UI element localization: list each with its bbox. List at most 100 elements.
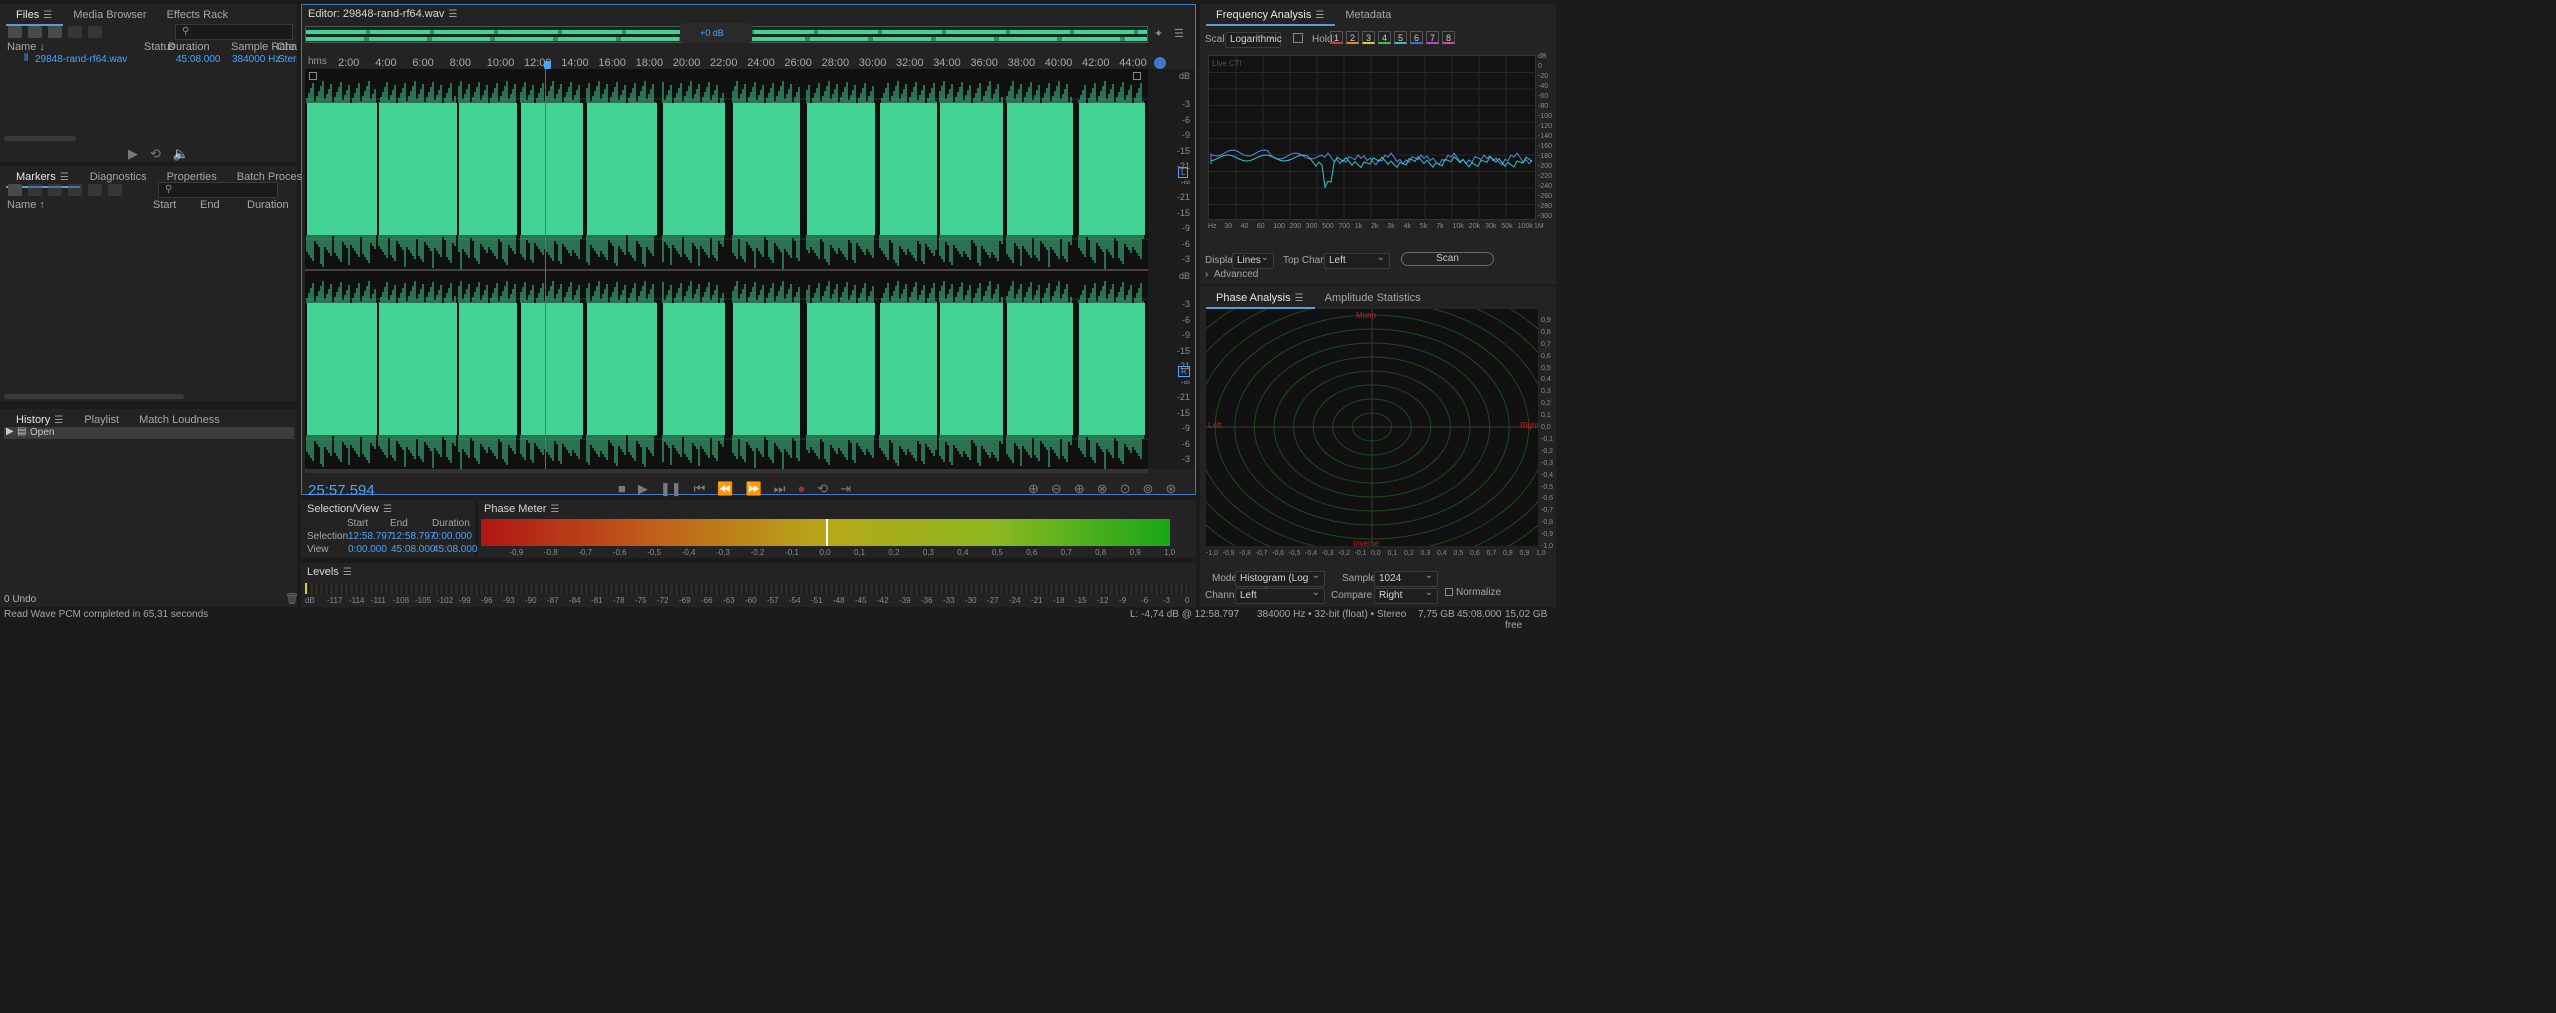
rewind-icon[interactable]: ⏪	[717, 481, 733, 497]
playhead-handle[interactable]	[544, 61, 551, 69]
tab-files[interactable]: Files ☰	[6, 4, 64, 27]
loop-icon[interactable]: ⟲	[150, 146, 161, 162]
tab-phase-analysis[interactable]: Phase Analysis ☰	[1206, 287, 1315, 309]
zoom-in-time-icon[interactable]: ⊕	[1074, 481, 1085, 497]
col-name[interactable]: Name ↓	[7, 40, 45, 54]
overview-waveform[interactable]: +0 dB	[305, 23, 1148, 43]
hud-gain-control[interactable]: +0 dB	[680, 23, 752, 43]
zoom-out-amplitude-icon[interactable]: ⊖	[1051, 481, 1062, 497]
top-channel-dropdown[interactable]: Left	[1324, 251, 1390, 269]
play-icon[interactable]: ▶	[638, 481, 648, 497]
menu-icon[interactable]: ☰	[1295, 288, 1305, 310]
insert-icon[interactable]	[68, 26, 82, 38]
tab-metadata[interactable]: Metadata	[1335, 4, 1401, 26]
zoom-out-full-icon[interactable]: ⊗	[1097, 481, 1108, 497]
hold-button-2[interactable]: 2	[1346, 31, 1359, 44]
scan-button[interactable]: Scan	[1401, 252, 1494, 266]
zoom-selection-icon[interactable]: ⊙	[1120, 481, 1131, 497]
phase-y-tick: 0,3	[1541, 388, 1551, 396]
record-icon[interactable]: ●	[797, 481, 805, 496]
channel-dropdown[interactable]: Left	[1235, 586, 1325, 604]
zoom-in-amplitude-icon[interactable]: ⊕	[1028, 481, 1039, 497]
export-icon[interactable]	[88, 184, 102, 196]
playhead-line[interactable]	[545, 69, 547, 469]
hold-button-4[interactable]: 4	[1378, 31, 1391, 44]
hold-button-5[interactable]: 5	[1394, 31, 1407, 44]
delete-icon[interactable]	[88, 26, 102, 38]
batch-icon[interactable]	[108, 184, 122, 196]
new-file-icon[interactable]	[48, 26, 62, 38]
tab-frequency-analysis[interactable]: Frequency Analysis ☰	[1206, 4, 1336, 27]
waveform-area[interactable]	[305, 69, 1148, 469]
menu-icon[interactable]: ☰	[550, 504, 560, 515]
current-time[interactable]: 25:57.594	[308, 482, 375, 499]
stop-icon[interactable]: ■	[618, 481, 626, 496]
tab-effects-rack[interactable]: Effects Rack	[157, 4, 239, 26]
col-marker-end[interactable]: End	[200, 198, 220, 212]
zoom-out-point-icon[interactable]: ⊛	[1165, 481, 1176, 497]
scale-dropdown[interactable]: Logarithmic	[1225, 30, 1282, 48]
play-icon[interactable]: ▶	[128, 146, 138, 162]
fit-icon-right[interactable]	[1133, 72, 1141, 80]
col-channels[interactable]: Chann	[277, 40, 297, 54]
selection-start[interactable]: 12:58.797	[348, 531, 393, 542]
col-duration[interactable]: Duration	[168, 40, 210, 54]
hold-button-7[interactable]: 7	[1426, 31, 1439, 44]
zoom-in-point-icon[interactable]: ⊚	[1143, 481, 1154, 497]
menu-icon[interactable]: ☰	[1315, 5, 1325, 27]
fast-forward-icon[interactable]: ⏩	[746, 481, 762, 497]
file-row[interactable]: ⫴ 29848-rand-rf64.wav 45:08.000 384000 H…	[0, 53, 297, 67]
menu-icon[interactable]: ☰	[383, 504, 393, 515]
menu-icon[interactable]: ☰	[448, 9, 458, 20]
tab-media-browser[interactable]: Media Browser	[63, 4, 156, 26]
markers-hscrollbar[interactable]	[4, 394, 184, 399]
samples-dropdown[interactable]: 1024	[1374, 569, 1438, 587]
autoplay-icon[interactable]: 🔈	[173, 146, 189, 162]
menu-icon[interactable]: ☰	[343, 567, 353, 578]
db-tick-label: -9	[1181, 130, 1190, 140]
hold-button-6[interactable]: 6	[1410, 31, 1423, 44]
compare-dropdown[interactable]: Right	[1374, 586, 1438, 604]
col-marker-name[interactable]: Name ↑	[7, 198, 45, 212]
files-search-input[interactable]: ⚲	[175, 24, 293, 40]
hold-button-3[interactable]: 3	[1362, 31, 1375, 44]
loop-icon[interactable]: ⟲	[817, 481, 828, 497]
waveform-hscrollbar[interactable]	[305, 469, 1148, 473]
sync-icon[interactable]	[1154, 57, 1166, 69]
freq-toggle-icon[interactable]	[1293, 33, 1303, 43]
mode-dropdown[interactable]: Histogram (Log Zoom)	[1235, 569, 1325, 598]
view-end[interactable]: 45:08.000	[391, 544, 436, 555]
hold-button-8[interactable]: 8	[1442, 31, 1455, 44]
open-file-icon[interactable]	[8, 26, 22, 38]
view-start[interactable]: 0:00.000	[348, 544, 387, 555]
add-marker-icon[interactable]	[8, 184, 22, 196]
merge-icon[interactable]	[48, 184, 62, 196]
ruler-tick-label: 10:00	[486, 57, 515, 69]
files-hscrollbar[interactable]	[4, 136, 76, 141]
pause-icon[interactable]: ❚❚	[660, 481, 682, 497]
view-duration[interactable]: 45:08.000	[433, 544, 478, 555]
selection-end[interactable]: 12:58.797	[391, 531, 436, 542]
skip-icon[interactable]: ⇥	[840, 481, 851, 497]
markers-search-input[interactable]: ⚲	[158, 182, 278, 198]
hold-button-1[interactable]: 1	[1330, 31, 1343, 44]
menu-icon[interactable]: ☰	[43, 5, 53, 27]
col-marker-start[interactable]: Start	[153, 198, 176, 212]
tab-amplitude-statistics[interactable]: Amplitude Statistics	[1315, 287, 1431, 309]
db-tick-label: -3	[1181, 454, 1190, 464]
import-icon[interactable]	[28, 26, 42, 38]
fit-icon-left[interactable]	[309, 72, 317, 80]
display-dropdown[interactable]: Lines	[1232, 251, 1274, 269]
spectral-toggle-icon[interactable]: ☰	[1174, 27, 1184, 40]
advanced-toggle[interactable]: › Advanced	[1205, 269, 1258, 280]
delete-marker-icon[interactable]	[28, 184, 42, 196]
normalize-checkbox[interactable]	[1445, 588, 1453, 596]
history-item[interactable]: ▶ ▤ Open	[4, 426, 294, 439]
go-end-icon[interactable]: ⏭	[774, 481, 786, 497]
go-start-icon[interactable]: ⏮	[694, 481, 706, 497]
zoom-snap-icon[interactable]: ✦	[1154, 27, 1163, 40]
col-marker-duration[interactable]: Duration	[247, 198, 289, 212]
trash-icon[interactable]: 🗑	[285, 592, 299, 605]
insert-playlist-icon[interactable]	[68, 184, 82, 196]
selection-duration[interactable]: 0:00.000	[433, 531, 472, 542]
